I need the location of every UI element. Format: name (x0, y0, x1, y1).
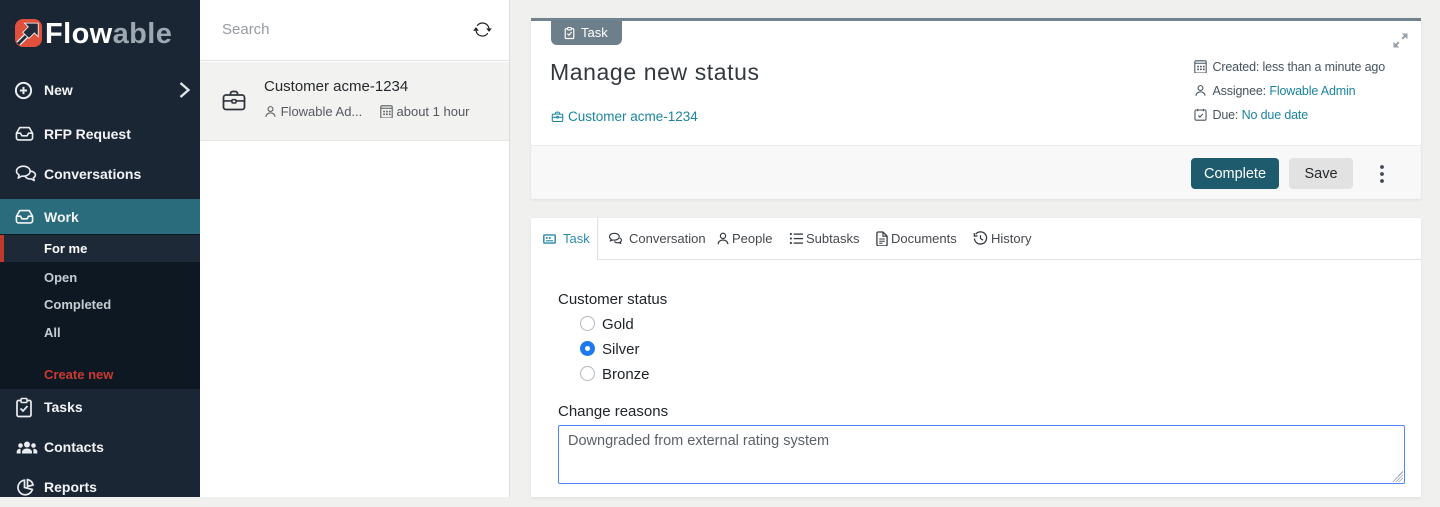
svg-text:Flowable: Flowable (45, 18, 172, 50)
